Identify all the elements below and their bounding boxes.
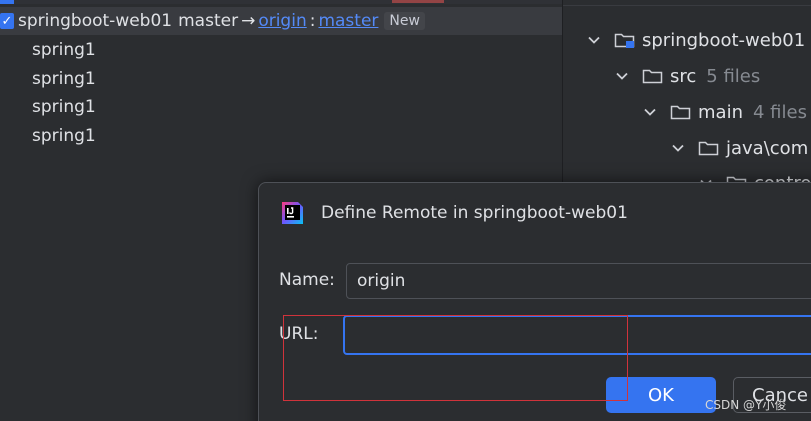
remote-branch-link[interactable]: master <box>318 11 378 31</box>
commit-item[interactable]: spring1 <box>32 124 96 153</box>
chevron-down-icon[interactable] <box>671 141 685 155</box>
tree-item-label: java\com <box>726 137 809 159</box>
new-badge: New <box>384 12 425 30</box>
tree-item-src[interactable]: src 5 files <box>615 63 760 89</box>
separator: : <box>309 11 316 31</box>
commit-item[interactable]: spring1 <box>32 67 96 96</box>
remote-link[interactable]: origin <box>258 11 306 31</box>
chevron-down-icon[interactable] <box>615 69 629 83</box>
dialog-title: Define Remote in springboot-web01 <box>321 203 628 223</box>
push-branch-row[interactable]: ✓ springboot-web01 master → origin : mas… <box>0 7 562 35</box>
tree-item-label: main <box>698 101 743 123</box>
define-remote-dialog: Define Remote in springboot-web01 Name: … <box>258 182 811 421</box>
ok-button[interactable]: OK <box>606 377 716 413</box>
chevron-down-icon[interactable] <box>643 105 657 119</box>
repo-name: springboot-web01 <box>18 11 173 31</box>
name-input[interactable] <box>346 263 811 299</box>
watermark: CSDN @Y小俊 <box>705 398 787 412</box>
dialog-title-bar: Define Remote in springboot-web01 <box>279 199 628 227</box>
commit-list: spring1 spring1 spring1 spring1 <box>32 38 96 152</box>
url-label: URL: <box>279 324 319 344</box>
checkbox-checked-icon[interactable]: ✓ <box>0 13 14 29</box>
tree-item-label: src <box>670 65 697 87</box>
commit-item[interactable]: spring1 <box>32 95 96 124</box>
folder-icon <box>642 69 663 84</box>
name-label: Name: <box>279 270 335 290</box>
file-count: 4 files <box>752 101 807 123</box>
tree-item-java[interactable]: java\com <box>671 135 808 161</box>
folder-icon <box>698 141 719 156</box>
local-branch: master <box>178 11 239 31</box>
arrow-right-icon: → <box>241 11 256 31</box>
ide-window: ✓ springboot-web01 master → origin : mas… <box>0 0 811 421</box>
chevron-down-icon[interactable] <box>587 33 601 47</box>
commit-item[interactable]: spring1 <box>32 38 96 67</box>
folder-icon <box>670 105 691 120</box>
tree-item-main[interactable]: main 4 files <box>643 99 807 125</box>
url-input[interactable] <box>343 315 811 355</box>
tree-item-label: springboot-web01 <box>642 29 806 51</box>
module-folder-icon <box>614 33 635 48</box>
intellij-idea-icon <box>282 202 303 224</box>
file-count: 5 files <box>706 65 761 87</box>
clipped-row <box>0 0 562 4</box>
tree-item-module[interactable]: springboot-web01 <box>587 27 805 53</box>
